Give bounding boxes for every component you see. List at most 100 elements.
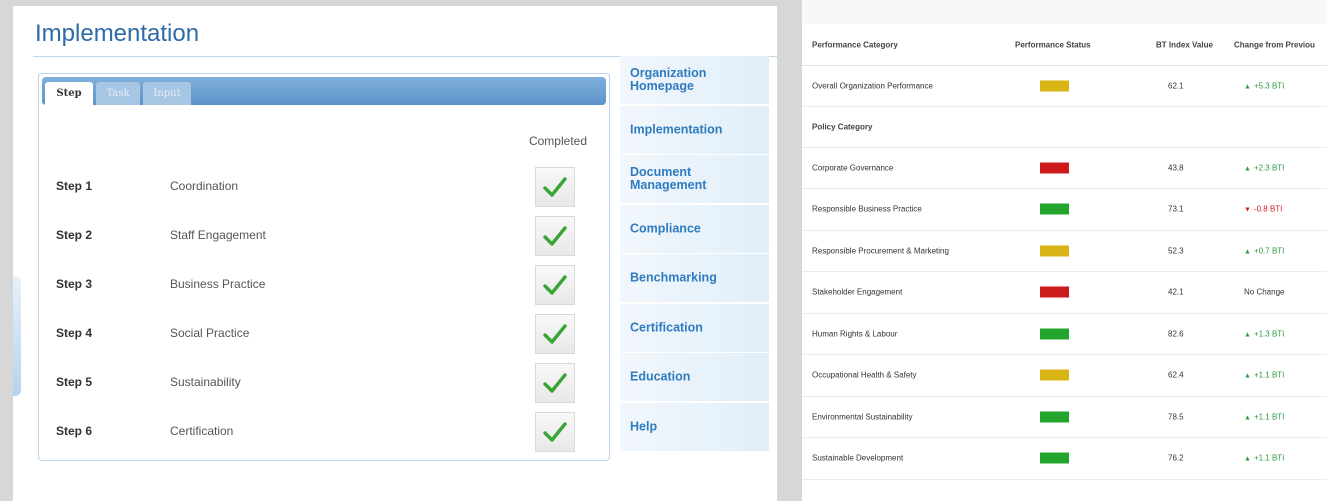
row-change: ▲ +2.3 BTI <box>1244 163 1284 172</box>
nav-item-certification[interactable]: Certification <box>620 303 769 354</box>
header-bt-index-value: BT Index Value <box>1156 40 1213 49</box>
row-index-value: 82.6 <box>1168 329 1184 338</box>
status-indicator <box>1040 245 1069 256</box>
arrow-up-icon: ▲ <box>1244 455 1251 463</box>
step-name: Business Practice <box>170 277 266 291</box>
status-indicator <box>1040 203 1069 215</box>
step-row: Step 1 Coordination <box>39 165 609 209</box>
change-value: +1.1 BTI <box>1253 370 1285 380</box>
nav-item-label: Implementation <box>630 122 723 136</box>
row-change: ▲ +1.3 BTI <box>1244 329 1284 338</box>
nav-item-label: Document Management <box>630 165 707 192</box>
row-change: ▲ +1.1 BTI <box>1244 412 1284 421</box>
step-row: Step 3 Business Practice <box>39 263 609 307</box>
table-row: Human Rights & Labour 82.6 ▲ +1.3 BTI <box>802 313 1327 355</box>
nav-item-document-management[interactable]: Document Management <box>620 155 769 205</box>
change-value: +5.3 BTI <box>1253 81 1285 90</box>
overall-performance-row: Overall Organization Performance 62.1 ▲ +… <box>802 65 1327 107</box>
nav-item-implementation[interactable]: Implementation <box>620 105 769 156</box>
completed-checkbox[interactable] <box>535 265 575 305</box>
row-change: ▼ -0.8 BTI <box>1244 205 1282 214</box>
row-index-value: 73.1 <box>1168 204 1184 214</box>
nav-item-compliance[interactable]: Compliance <box>620 204 769 255</box>
step-number: Step 2 <box>56 228 93 242</box>
row-index-value: 76.2 <box>1168 453 1184 463</box>
row-index-value: 52.3 <box>1168 246 1184 255</box>
nav-item-education[interactable]: Education <box>620 353 769 403</box>
tab-step[interactable]: Step <box>45 82 93 105</box>
step-number: Step 3 <box>56 277 93 291</box>
row-change: ▲ +0.7 BTI <box>1244 246 1284 255</box>
policy-category-label: Policy Category <box>812 122 873 131</box>
change-value: +1.1 BTI <box>1253 412 1285 421</box>
row-change: No Change <box>1244 288 1284 297</box>
header-performance-status: Performance Status <box>1015 40 1091 49</box>
nav-item-benchmarking[interactable]: Benchmarking <box>620 254 769 304</box>
completed-checkbox[interactable] <box>535 412 575 452</box>
status-indicator <box>1040 369 1069 381</box>
tab-bar: Step Task Input <box>42 77 606 105</box>
row-index-value: 43.8 <box>1168 163 1184 172</box>
row-category: Environmental Sustainability <box>812 412 913 421</box>
implementation-panel: Implementation Step Task Input Completed… <box>13 6 777 501</box>
nav-item-label: Education <box>630 369 691 384</box>
checkmark-icon <box>543 177 567 197</box>
step-name: Certification <box>170 424 234 438</box>
step-row: Step 6 Certification <box>39 410 609 454</box>
table-row: Occupational Health & Safety 62.4 ▲ +1.1 BT… <box>802 355 1327 397</box>
row-category: Stakeholder Engagement <box>812 287 903 297</box>
checkmark-icon <box>543 422 567 442</box>
step-row: Step 4 Social Practice <box>39 312 609 356</box>
checkmark-icon <box>543 373 567 393</box>
row-category: Occupational Health & Safety <box>812 370 917 380</box>
arrow-up-icon: ▲ <box>1244 83 1251 90</box>
arrow-down-icon: ▼ <box>1244 206 1251 214</box>
completed-checkbox[interactable] <box>535 363 575 403</box>
status-indicator <box>1040 162 1069 173</box>
page-title: Implementation <box>35 20 200 47</box>
step-name: Social Practice <box>170 326 250 340</box>
completed-checkbox[interactable] <box>535 216 575 256</box>
table-row: Responsible Business Practice 73.1 ▼ -0.8 B… <box>802 189 1327 231</box>
decorative-edge <box>13 276 21 396</box>
step-name: Staff Engagement <box>170 228 266 242</box>
table-header-row: Performance Category Performance Status … <box>802 24 1327 66</box>
arrow-up-icon: ▲ <box>1244 331 1251 338</box>
completed-checkbox[interactable] <box>535 167 575 207</box>
row-index-value: 62.4 <box>1168 370 1184 380</box>
row-change: ▲ +1.1 BTI <box>1244 454 1284 463</box>
change-value: +2.3 BTI <box>1253 163 1285 172</box>
change-value: +1.1 BTI <box>1253 453 1285 463</box>
step-row: Step 2 Staff Engagement <box>39 214 609 258</box>
status-indicator <box>1040 411 1069 422</box>
row-category: Responsible Procurement & Marketing <box>812 246 949 255</box>
change-value: +1.3 BTI <box>1253 329 1285 338</box>
table-row: Corporate Governance 43.8 ▲ +2.3 BTI <box>802 147 1327 189</box>
step-name: Coordination <box>170 179 239 193</box>
step-number: Step 4 <box>56 326 93 340</box>
row-index-value: 42.1 <box>1168 287 1184 297</box>
table-row: Responsible Procurement & Marketing 52.3 ▲… <box>802 230 1327 272</box>
arrow-up-icon: ▲ <box>1244 165 1251 172</box>
step-row: Step 5 Sustainability <box>39 361 609 405</box>
row-change: ▲ +5.3 BTI <box>1244 81 1284 90</box>
status-indicator <box>1040 286 1069 298</box>
tab-input[interactable]: Input <box>143 82 191 105</box>
header-performance-category: Performance Category <box>812 40 898 49</box>
status-indicator <box>1040 328 1069 339</box>
table-row: Stakeholder Engagement 42.1 No Change <box>802 272 1327 314</box>
change-value: No Change <box>1244 287 1285 297</box>
step-number: Step 1 <box>56 179 93 193</box>
row-index-value: 62.1 <box>1168 81 1184 90</box>
completed-checkbox[interactable] <box>535 314 575 354</box>
change-value: +0.7 BTI <box>1253 246 1285 255</box>
nav-item-label: Benchmarking <box>630 270 717 285</box>
status-indicator <box>1040 80 1069 91</box>
checkmark-icon <box>543 226 567 246</box>
row-index-value: 78.5 <box>1168 412 1184 421</box>
step-number: Step 5 <box>56 375 93 389</box>
nav-item-help[interactable]: Help <box>620 402 769 453</box>
nav-item-label: Help <box>630 419 658 433</box>
tab-task[interactable]: Task <box>96 82 140 105</box>
nav-item-organization-homepage[interactable]: Organization Homepage <box>620 56 769 106</box>
